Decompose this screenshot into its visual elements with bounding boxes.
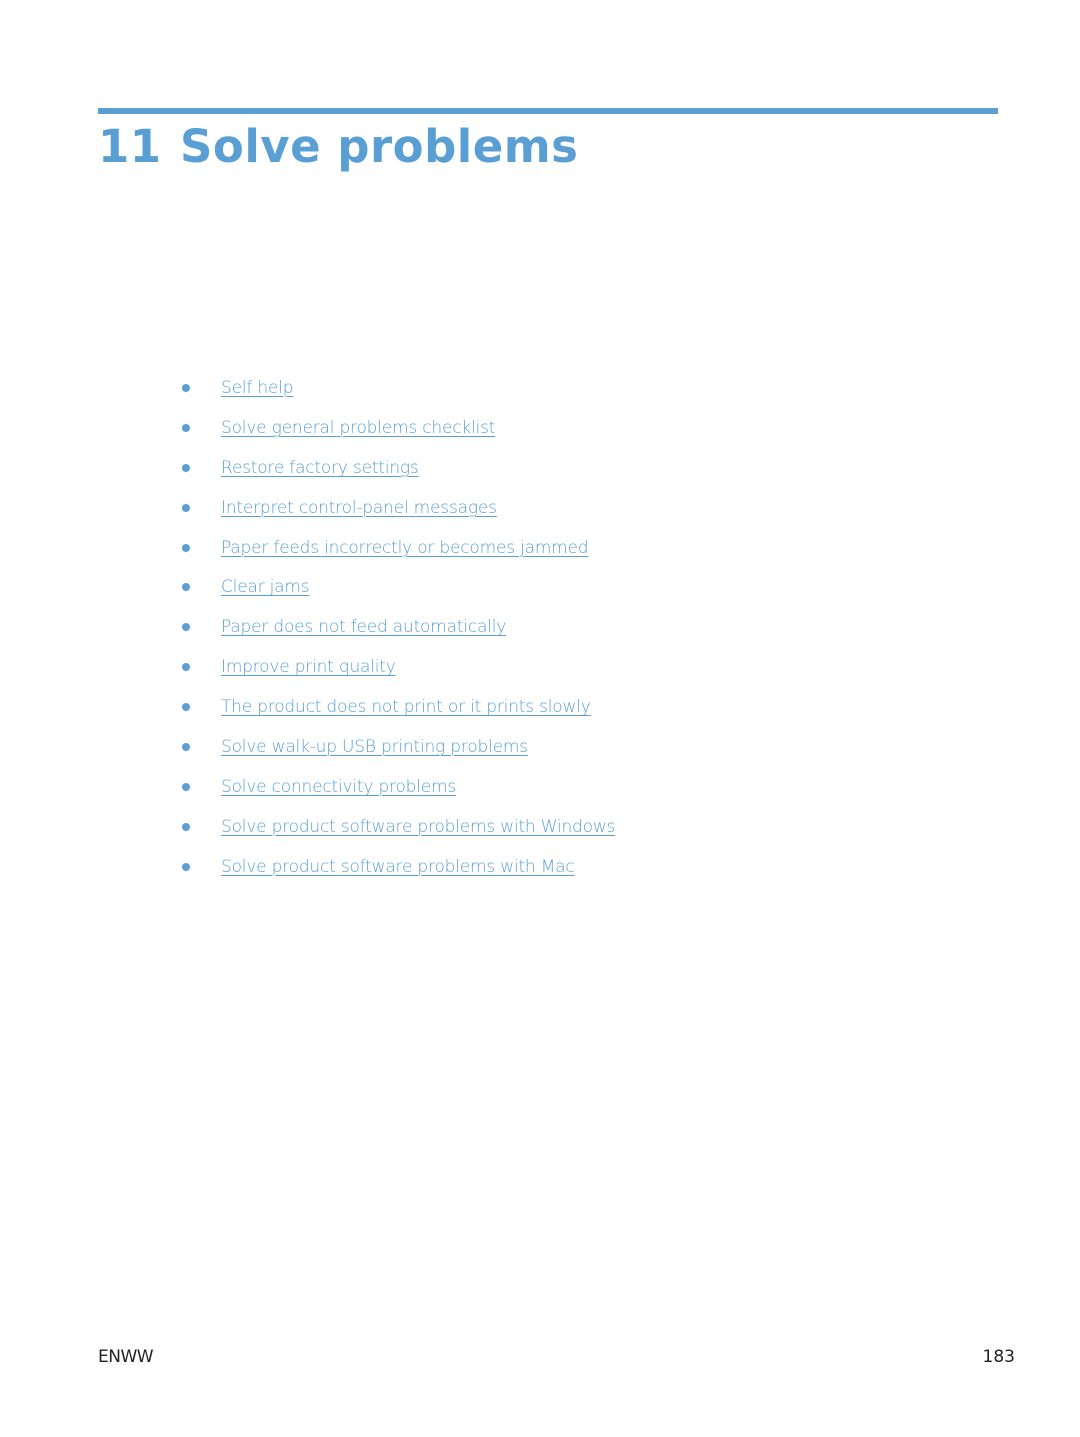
bullet-icon	[182, 743, 190, 752]
bullet-icon	[182, 503, 190, 512]
toc-link-software-problems-windows[interactable]: Solve product software problems with Win…	[221, 809, 615, 845]
toc-link-clear-jams[interactable]: Clear jams	[221, 569, 310, 605]
toc-link-software-problems-mac[interactable]: Solve product software problems with Mac	[221, 849, 575, 885]
bullet-icon	[182, 463, 190, 472]
chapter-number: 11	[98, 120, 162, 173]
bullet-icon	[182, 623, 190, 632]
bullet-icon	[182, 663, 190, 672]
toc-link-restore-factory-settings[interactable]: Restore factory settings	[221, 450, 419, 486]
toc-link-connectivity-problems[interactable]: Solve connectivity problems	[221, 769, 456, 805]
footer-locale-code: ENWW	[98, 1347, 154, 1367]
toc-link-paper-not-feed-automatically[interactable]: Paper does not feed automatically	[221, 609, 506, 645]
toc-link-control-panel-messages[interactable]: Interpret control-panel messages	[221, 490, 497, 526]
bullet-icon	[182, 782, 190, 791]
toc-link-walk-up-usb-problems[interactable]: Solve walk-up USB printing problems	[221, 729, 528, 765]
bullet-icon	[182, 543, 190, 552]
bullet-icon	[182, 822, 190, 831]
bullet-icon	[182, 703, 190, 712]
chapter-rule	[98, 108, 998, 114]
toc-link-improve-print-quality[interactable]: Improve print quality	[221, 649, 396, 685]
toc-link-self-help[interactable]: Self help	[221, 370, 294, 406]
bullet-icon	[182, 583, 190, 592]
bullet-icon	[182, 423, 190, 432]
toc-link-paper-feeds-incorrectly[interactable]: Paper feeds incorrectly or becomes jamme…	[221, 530, 589, 566]
toc-link-product-prints-slowly[interactable]: The product does not print or it prints …	[221, 689, 591, 725]
chapter-title: 11 Solve problems	[98, 118, 578, 176]
toc-link-general-problems-checklist[interactable]: Solve general problems checklist	[221, 410, 495, 446]
bullet-icon	[182, 384, 190, 392]
chapter-title-text: Solve problems	[180, 120, 579, 173]
bullet-icon	[182, 862, 190, 871]
page-number: 183	[982, 1347, 1015, 1367]
